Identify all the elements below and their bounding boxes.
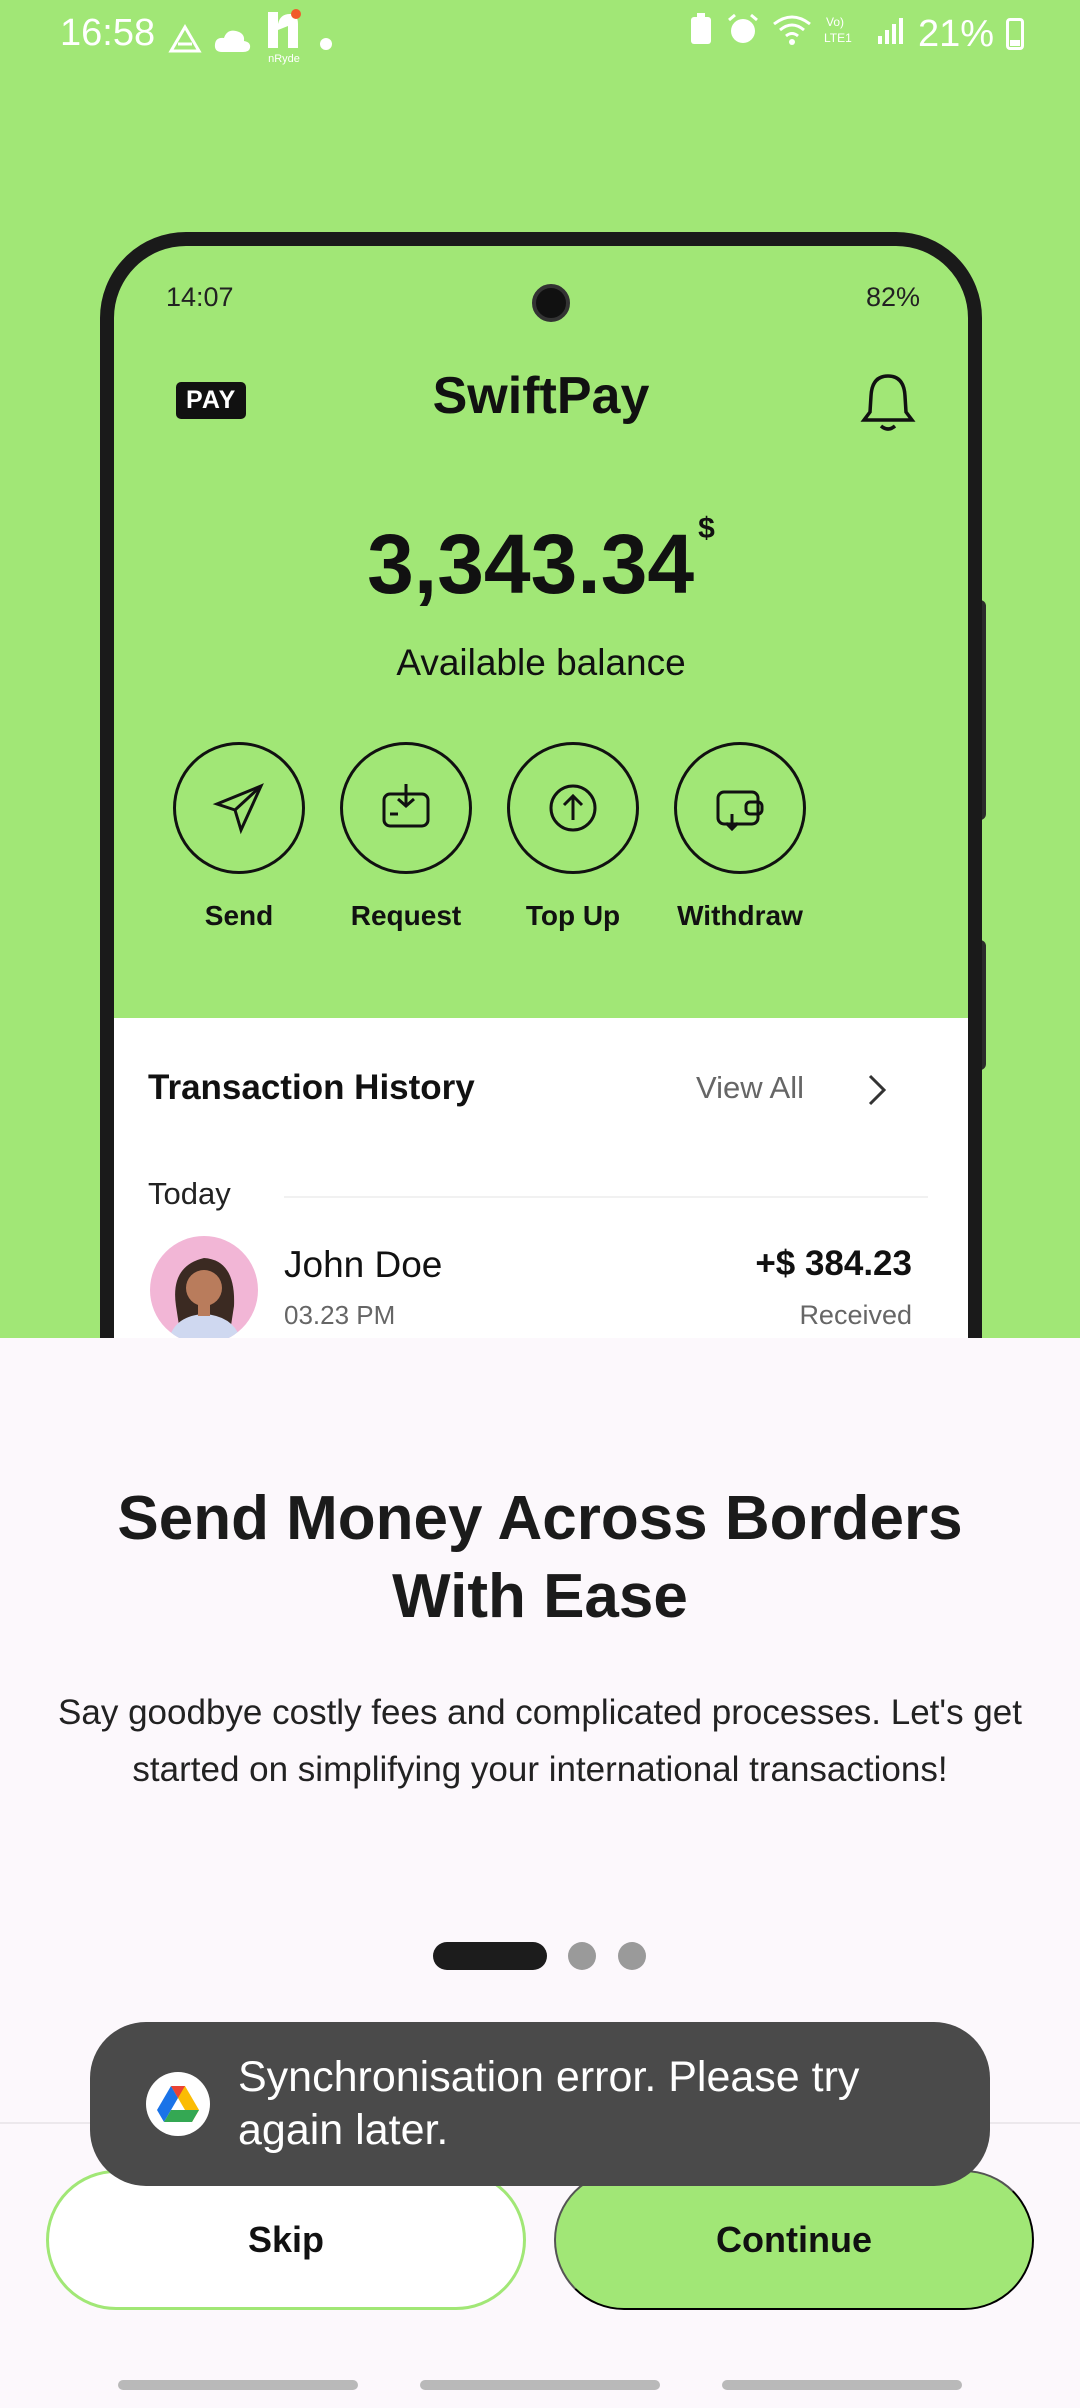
action-send: Send [154, 742, 324, 932]
view-all-link: View All [696, 1070, 804, 1105]
balance-label: Available balance [396, 642, 686, 683]
google-drive-icon [146, 2072, 210, 2136]
page-indicator-dot[interactable] [568, 1942, 596, 1970]
withdraw-icon [674, 742, 806, 874]
avatar [150, 1236, 258, 1338]
chevron-right-icon [864, 1072, 888, 1117]
transaction-group-label: Today [148, 1176, 231, 1211]
battery-icon [1006, 18, 1024, 50]
battery-saver-icon [688, 12, 714, 56]
transaction-name: John Doe [284, 1244, 443, 1285]
toast-message: Synchronisation error. Please try again … [238, 2053, 860, 2154]
transaction-amount: +$ 384.23 [755, 1244, 912, 1283]
balance-amount: 3,343.34 $ [114, 512, 968, 613]
transaction-history-title: Transaction History [148, 1068, 475, 1107]
status-left-icons: nRyde [168, 8, 336, 76]
phone-mockup: 14:07 82% PAY SwiftPay 3,343.34 $ Availab… [100, 232, 982, 1338]
app-title: SwiftPay [432, 367, 650, 425]
action-top-up-label: Top Up [525, 900, 621, 931]
action-withdraw-label: Withdraw [677, 900, 803, 931]
balance-currency: $ [698, 512, 715, 545]
action-request-label: Request [350, 900, 462, 931]
system-status-bar: 16:58 nRyde Vo) LTE1 21% [0, 0, 1080, 70]
wifi-icon [772, 13, 812, 56]
quick-actions: Send Request Top Up Withdraw [114, 742, 968, 942]
dot-icon [316, 21, 336, 64]
volte-icon: Vo) LTE1 [824, 12, 864, 56]
request-icon [340, 742, 472, 874]
svg-text:nRyde: nRyde [268, 53, 300, 65]
nav-recents-handle[interactable] [118, 2380, 358, 2390]
svg-text:LTE1: LTE1 [824, 31, 852, 45]
mockup-status-bar: 14:07 82% [114, 246, 968, 322]
send-icon [173, 742, 305, 874]
mockup-time: 14:07 [166, 282, 234, 312]
system-nav-bar [0, 2380, 1080, 2392]
skip-button[interactable]: Skip [46, 2170, 526, 2310]
onboarding-headline: Send Money Across Borders With Ease [117, 1484, 963, 1631]
action-send-label: Send [204, 900, 274, 931]
transaction-time: 03.23 PM [284, 1300, 396, 1330]
page-indicator [0, 1942, 1080, 1972]
nryde-app-icon: nRyde [262, 8, 306, 76]
svg-text:Vo): Vo) [826, 15, 844, 29]
camera-icon [532, 284, 570, 322]
continue-button[interactable]: Continue [554, 2170, 1034, 2310]
balance-value: 3,343.34 [367, 517, 695, 611]
bell-icon [860, 370, 916, 434]
status-time: 16:58 [60, 12, 156, 54]
drive-icon [168, 21, 202, 64]
transaction-divider [284, 1196, 928, 1198]
cloud-icon [212, 21, 252, 64]
nav-home-handle[interactable] [420, 2380, 660, 2390]
onboarding-body: Say goodbye costly fees and complicated … [58, 1693, 1022, 1789]
action-request: Request [321, 742, 491, 932]
nav-back-handle[interactable] [722, 2380, 962, 2390]
transaction-sheet: Transaction History View All Today John … [114, 1018, 968, 1338]
top-up-icon [507, 742, 639, 874]
hero-section: 16:58 nRyde Vo) LTE1 21% 14:07 82% PAY S… [0, 0, 1080, 1338]
mockup-battery: 82% [865, 282, 920, 312]
toast: Synchronisation error. Please try again … [90, 2022, 990, 2186]
action-withdraw: Withdraw [655, 742, 825, 932]
action-top-up: Top Up [488, 742, 658, 932]
transaction-status: Received [799, 1300, 912, 1330]
alarm-icon [726, 12, 760, 56]
signal-icon [876, 13, 906, 56]
page-indicator-active[interactable] [433, 1942, 547, 1970]
page-indicator-dot[interactable] [618, 1942, 646, 1970]
battery-percent: 21% [917, 12, 994, 55]
status-right-icons: Vo) LTE1 21% [688, 12, 1024, 56]
